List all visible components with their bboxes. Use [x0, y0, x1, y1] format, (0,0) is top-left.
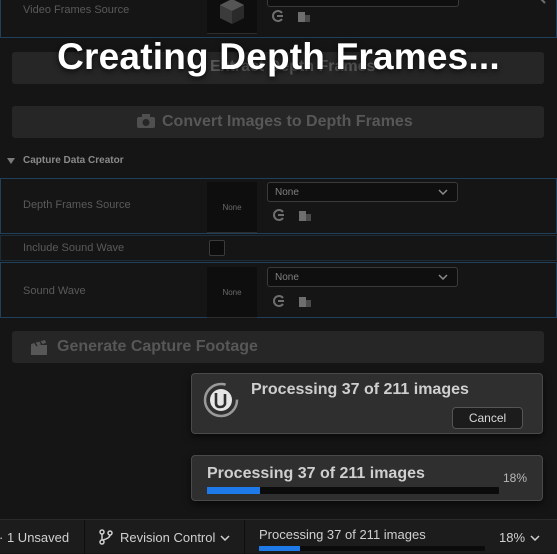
depth-frames-thumbnail-text: None: [222, 202, 242, 212]
branch-icon: [99, 529, 113, 545]
sound-wave-combo-value: None: [275, 272, 299, 283]
reset-arrow-icon[interactable]: [272, 208, 286, 222]
browse-folder-icon[interactable]: [298, 208, 312, 222]
video-frames-thumbnail[interactable]: [207, 0, 257, 34]
progress-percent: 18%: [503, 471, 528, 485]
browse-folder-icon[interactable]: [298, 294, 312, 308]
unsaved-bullet: ·: [0, 530, 3, 545]
depth-frames-combo-value: None: [275, 187, 299, 198]
status-task-text: Processing 37 of 211 images: [259, 527, 426, 542]
status-percent: 18%: [499, 530, 526, 545]
reset-arrow-icon[interactable]: [272, 294, 286, 308]
reset-arrow-icon[interactable]: [271, 9, 285, 23]
capture-data-creator-header[interactable]: Capture Data Creator: [0, 152, 557, 172]
unreal-logo-icon: [203, 382, 239, 418]
unsaved-indicator[interactable]: · 1 Unsaved: [0, 530, 69, 545]
chevron-down-icon: [438, 189, 448, 195]
depth-frames-combo[interactable]: None: [267, 182, 458, 202]
sound-wave-thumbnail-text: None: [222, 287, 242, 297]
status-progress-menu[interactable]: 18%: [497, 520, 557, 554]
convert-images-button[interactable]: Convert Images to Depth Frames: [12, 106, 544, 138]
status-progress-fill: [259, 546, 300, 551]
include-sound-wave-label: Include Sound Wave: [23, 242, 125, 254]
reset-arrow-icon[interactable]: [538, 0, 552, 6]
capture-data-creator-title: Capture Data Creator: [23, 155, 124, 166]
convert-images-label: Convert Images to Depth Frames: [162, 113, 413, 130]
processing-notification-text: Processing 37 of 211 images: [251, 381, 469, 398]
progress-notification: Processing 37 of 211 images 18%: [191, 455, 543, 501]
depth-frames-thumbnail[interactable]: None: [207, 182, 257, 233]
include-sound-wave-row: Include Sound Wave: [0, 235, 557, 261]
status-separator: [84, 520, 85, 554]
revision-control-label: Revision Control: [120, 530, 216, 545]
chevron-down-icon: [438, 274, 448, 280]
browse-folder-icon[interactable]: [297, 9, 311, 23]
generate-capture-footage-label: Generate Capture Footage: [57, 338, 258, 355]
depth-frames-source-row: Depth Frames Source None None: [0, 178, 557, 234]
chevron-down-icon: [530, 535, 540, 541]
generate-capture-footage-button[interactable]: Generate Capture Footage: [12, 331, 544, 363]
processing-notification: Processing 37 of 211 images Cancel: [191, 373, 543, 434]
include-sound-wave-checkbox[interactable]: [209, 240, 225, 256]
video-frames-source-label: Video Frames Source: [23, 4, 130, 16]
unsaved-count-label: 1 Unsaved: [6, 530, 70, 545]
revision-control-menu[interactable]: Revision Control: [99, 520, 244, 554]
sound-wave-row: Sound Wave None None: [0, 262, 557, 318]
status-progress-bar: [259, 546, 485, 551]
status-separator: [244, 520, 245, 554]
cancel-button[interactable]: Cancel: [452, 407, 523, 429]
clapperboard-icon: [31, 340, 47, 355]
video-frames-combo[interactable]: [267, 0, 459, 7]
camera-icon: [137, 114, 155, 128]
video-frames-source-row: Video Frames Source: [0, 0, 557, 38]
chevron-down-icon: [7, 158, 15, 164]
depth-frames-source-label: Depth Frames Source: [23, 199, 131, 211]
progress-bar: [207, 487, 499, 494]
overlay-title: Creating Depth Frames...: [57, 36, 500, 77]
status-bar: · 1 Unsaved Revision Control Processing …: [0, 519, 557, 554]
sound-wave-label: Sound Wave: [23, 285, 86, 297]
chevron-down-icon: [220, 535, 230, 541]
progress-notification-text: Processing 37 of 211 images: [207, 465, 425, 482]
cube-asset-icon: [220, 0, 244, 24]
sound-wave-combo[interactable]: None: [267, 267, 458, 287]
sound-wave-thumbnail[interactable]: None: [207, 267, 257, 318]
progress-bar-fill: [207, 487, 260, 494]
